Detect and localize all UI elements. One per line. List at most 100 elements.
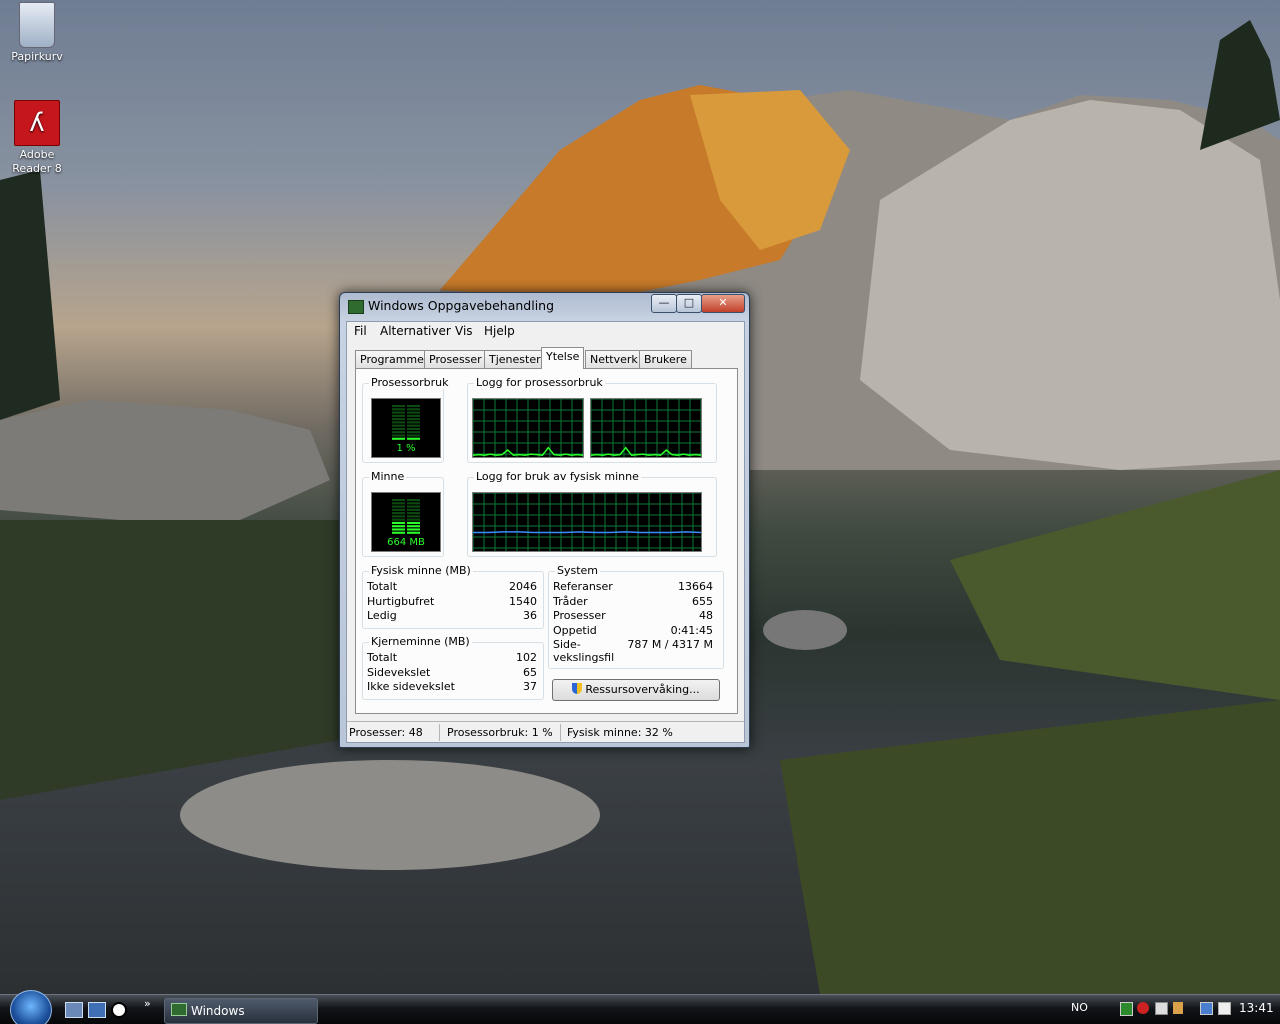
network-icon[interactable] (1200, 1002, 1213, 1015)
cpu-meter-bars-bar-segment (407, 431, 420, 434)
pagefile-value: 787 M / 4317 M (627, 638, 713, 651)
tray-app-icon[interactable] (1120, 1002, 1133, 1016)
safely-remove-icon[interactable] (1218, 1002, 1231, 1015)
desktop-icon-adobe-reader[interactable]: ʎ Adobe Reader 8 (2, 100, 72, 176)
stat-key: Oppetid (553, 624, 597, 637)
quick-launch-chevron[interactable]: » (144, 997, 151, 1010)
stat-value: 1540 (509, 595, 537, 608)
close-button[interactable]: ✕ (701, 294, 745, 313)
tab-brukere[interactable]: Brukere (639, 350, 692, 368)
desktop-icon-label: Papirkurv (11, 50, 63, 63)
memory-meter-bars-bar-segment (407, 499, 420, 502)
stat-key: Tråder (553, 595, 588, 608)
tab-tjenester[interactable]: Tjenester (484, 350, 546, 368)
stat-key: Ledig (367, 609, 397, 622)
memory-history-graph (472, 492, 702, 552)
resource-monitor-label: Ressursovervåking... (585, 683, 700, 696)
cpu-meter-bars-bar-segment (392, 427, 405, 430)
cpu-meter: 1 % (371, 398, 441, 458)
pagefile-key-2: vekslingsfil (553, 651, 615, 664)
stat-value: 65 (523, 666, 537, 679)
title-bar[interactable]: Windows Oppgavebehandling — □ ✕ (340, 293, 749, 319)
desktop-icon-label: Adobe Reader 8 (12, 148, 62, 175)
start-button[interactable] (10, 990, 52, 1024)
cpu-history-group: Logg for prosessorbruk (467, 376, 717, 463)
stat-key: Ikke sidevekslet (367, 680, 455, 693)
taskbar: » Windows Oppgaveb... NO 13:41 (0, 990, 1280, 1024)
performance-panel: Prosessorbruk 1 % Logg for prosessorbruk… (355, 368, 738, 714)
stat-row: Tråder 655 (553, 595, 713, 609)
stat-row: Totalt 102 (367, 651, 537, 665)
stat-row: Prosesser 48 (553, 609, 713, 623)
window-title: Windows Oppgavebehandling (368, 298, 555, 313)
memory-meter-bars-bar-segment (407, 525, 420, 528)
cpu-meter-bars-bar-segment (392, 434, 405, 437)
stat-key: Referanser (553, 580, 613, 593)
stat-row: Sidevekslet 65 (367, 666, 537, 680)
cpu-meter-bars-bar-segment (392, 418, 405, 421)
volume-icon[interactable] (1173, 1002, 1183, 1014)
menu-hjelp[interactable]: Hjelp (484, 324, 515, 338)
memory-meter: 664 MB (371, 492, 441, 552)
graph-series-line (473, 531, 701, 534)
network-warning-icon[interactable] (1155, 1002, 1168, 1015)
taskbar-button-task-manager[interactable]: Windows Oppgaveb... (164, 998, 318, 1024)
memory-meter-bars-bar-segment (407, 512, 420, 515)
stat-value: 37 (523, 680, 537, 693)
language-indicator[interactable]: NO (1071, 1001, 1088, 1014)
cpu-meter-bars-bar-segment (392, 421, 405, 424)
cpu-meter-bars-bar-segment (407, 421, 420, 424)
menu-vis[interactable]: Vis (455, 324, 473, 338)
panda-icon[interactable] (111, 1002, 127, 1018)
cpu-meter-bars-bar-segment (392, 411, 405, 414)
security-alert-icon[interactable] (1137, 1002, 1149, 1014)
cpu-meter-bars-bar-segment (407, 408, 420, 411)
minimize-button[interactable]: — (651, 294, 677, 313)
show-desktop-icon[interactable] (65, 1002, 83, 1018)
cpu-history-graph-1 (472, 398, 584, 458)
desktop-icon-recycle-bin[interactable]: Papirkurv (2, 2, 72, 63)
clock[interactable]: 13:41 (1239, 1001, 1274, 1015)
task-manager-window[interactable]: Windows Oppgavebehandling — □ ✕ Fil Alte… (339, 292, 750, 748)
menu-fil[interactable]: Fil (354, 324, 367, 338)
cpu-history-graph-2 (590, 398, 702, 458)
cpu-meter-bars-bar-segment (407, 411, 420, 414)
desktop: Papirkurv ʎ Adobe Reader 8 Windows Oppga… (0, 0, 1280, 1024)
memory-meter-bars-bar-segment (392, 531, 405, 534)
tab-prosesser[interactable]: Prosesser (424, 350, 487, 368)
stat-row: Hurtigbufret 1540 (367, 595, 537, 609)
stat-row: Ikke sidevekslet 37 (367, 680, 537, 694)
menu-bar: Fil Alternativer Vis Hjelp (347, 322, 744, 342)
status-memory: Fysisk minne: 32 % (567, 726, 673, 739)
stat-key: Hurtigbufret (367, 595, 435, 608)
cpu-meter-bars-bar-segment (407, 405, 420, 408)
memory-meter-bars-bar-segment (407, 508, 420, 511)
cpu-meter-bars-bar-segment (407, 414, 420, 417)
cpu-meter-bars-bar-segment (392, 424, 405, 427)
memory-meter-bars-bar-segment (407, 528, 420, 531)
memory-meter-bars-bar-segment (392, 525, 405, 528)
memory-meter-bars-bar-segment (407, 505, 420, 508)
task-manager-icon (171, 1003, 187, 1016)
stat-key: Prosesser (553, 609, 606, 622)
memory-label: Minne (369, 470, 407, 483)
menu-alternativer[interactable]: Alternativer (380, 324, 451, 338)
memory-meter-bars-bar-segment (407, 531, 420, 534)
status-cpu: Prosessorbruk: 1 % (447, 726, 553, 739)
memory-meter-bars-bar-segment (392, 528, 405, 531)
memory-meter-bars-bar-segment (407, 521, 420, 524)
tab-ytelse[interactable]: Ytelse (541, 347, 585, 369)
memory-meter-bars-bar-segment (392, 502, 405, 505)
memory-meter-bars-bar-segment (392, 505, 405, 508)
status-separator (439, 724, 440, 741)
cpu-meter-bars-bar-segment (407, 434, 420, 437)
tab-programmer[interactable]: Programmer (355, 350, 434, 368)
cpu-history-label: Logg for prosessorbruk (474, 376, 605, 389)
tab-nettverk[interactable]: Nettverk (585, 350, 643, 368)
system-label: System (555, 564, 601, 577)
resource-monitor-button[interactable]: Ressursovervåking... (552, 679, 720, 701)
kernel-memory-group: Kjerneminne (MB) Totalt 102 Sidevekslet 65… (362, 635, 544, 700)
switch-windows-icon[interactable] (88, 1002, 106, 1018)
pagefile-key-1: Side- (553, 638, 581, 651)
maximize-button[interactable]: □ (676, 294, 702, 313)
